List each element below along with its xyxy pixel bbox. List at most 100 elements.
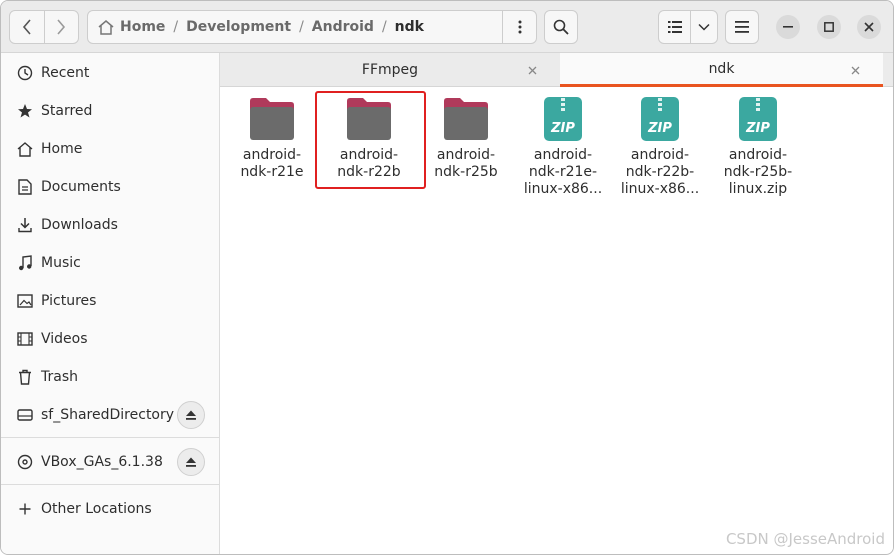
file-name: android-ndk-r25b-linux.zip [723, 147, 793, 197]
zip-archive-icon: ZIP [537, 93, 589, 145]
watermark-text: CSDN @JesseAndroid [725, 530, 885, 548]
file-item-folder[interactable]: android-ndk-r25b [418, 93, 514, 181]
sidebar-item-home[interactable]: Home [1, 130, 219, 168]
trash-icon [15, 369, 35, 385]
hamburger-menu-icon [735, 21, 749, 33]
chevron-right-icon [57, 19, 66, 35]
sidebar-item-label: Starred [41, 103, 93, 119]
disc-icon [15, 454, 35, 470]
zip-archive-icon: ZIP [732, 93, 784, 145]
sidebar-item-label: Other Locations [41, 501, 152, 517]
sidebar-item-pictures[interactable]: Pictures [1, 282, 219, 320]
back-button[interactable] [10, 11, 44, 43]
sidebar-item-music[interactable]: Music [1, 244, 219, 282]
view-dropdown-button[interactable] [691, 11, 717, 43]
sidebar-item-label: Documents [41, 179, 121, 195]
breadcrumb-label: Android [311, 19, 374, 35]
sidebar-item-starred[interactable]: Starred [1, 92, 219, 130]
breadcrumb-label: Development [186, 19, 292, 35]
sidebar: Recent Starred Home Documents Downloads … [1, 53, 220, 554]
list-view-icon [667, 21, 682, 33]
search-button[interactable] [544, 10, 578, 44]
sidebar-item-label: Trash [41, 369, 78, 385]
view-options-group [658, 10, 718, 44]
drive-icon [15, 408, 35, 422]
eject-button[interactable] [177, 448, 205, 476]
file-item-zip[interactable]: ZIP android-ndk-r25b-linux.zip [710, 93, 806, 198]
sidebar-item-videos[interactable]: Videos [1, 320, 219, 358]
sidebar-item-documents[interactable]: Documents [1, 168, 219, 206]
breadcrumb-home[interactable]: Home [88, 11, 171, 43]
maximize-button[interactable] [817, 15, 841, 39]
file-item-folder[interactable]: android-ndk-r21e [224, 93, 320, 181]
sidebar-item-downloads[interactable]: Downloads [1, 206, 219, 244]
document-icon [15, 179, 35, 195]
path-bar: Home / Development / Android / ndk [87, 10, 537, 44]
breadcrumb-label: Home [120, 19, 166, 35]
sidebar-separator [1, 437, 219, 438]
tab-close-button[interactable] [524, 62, 540, 78]
main-menu-button[interactable] [725, 10, 759, 44]
search-icon [553, 19, 569, 35]
breadcrumb-development[interactable]: Development [180, 11, 297, 43]
chevron-down-icon [698, 23, 710, 31]
path-menu-button[interactable] [502, 11, 536, 43]
sidebar-item-label: Downloads [41, 217, 118, 233]
eject-icon [186, 410, 196, 420]
tab-close-button[interactable] [847, 62, 863, 78]
home-icon [98, 19, 114, 35]
close-button[interactable] [857, 15, 881, 39]
close-icon [864, 22, 874, 32]
eject-icon [186, 457, 196, 467]
home-icon [15, 141, 35, 157]
sidebar-item-recent[interactable]: Recent [1, 54, 219, 92]
file-name: android-ndk-r21e-linux-x86... [523, 147, 603, 197]
minimize-button[interactable] [776, 15, 800, 39]
picture-icon [15, 294, 35, 308]
file-item-folder[interactable]: android-ndk-r22b [321, 93, 417, 181]
clock-icon [15, 65, 35, 81]
sidebar-item-label: Videos [41, 331, 88, 347]
plus-icon [15, 503, 35, 515]
folder-icon [343, 93, 395, 145]
svg-text:ZIP: ZIP [647, 121, 672, 136]
sidebar-item-label: Music [41, 255, 81, 271]
maximize-icon [824, 22, 834, 32]
sidebar-item-trash[interactable]: Trash [1, 358, 219, 396]
list-view-button[interactable] [659, 11, 691, 43]
file-name: android-ndk-r22b-linux-x86... [620, 147, 700, 197]
sidebar-item-vbox-gas[interactable]: VBox_GAs_6.1.38 [1, 443, 219, 481]
breadcrumb-ndk[interactable]: ndk [389, 11, 430, 43]
sidebar-item-other-locations[interactable]: Other Locations [1, 490, 219, 528]
file-grid: android-ndk-r21e android-ndk-r22b androi… [220, 87, 893, 554]
header-bar: Home / Development / Android / ndk [1, 1, 893, 53]
sidebar-separator [1, 484, 219, 485]
navigation-buttons [9, 10, 79, 44]
breadcrumb-label: ndk [394, 19, 424, 35]
tab-ndk[interactable]: ndk [560, 53, 883, 87]
svg-text:ZIP: ZIP [745, 121, 770, 136]
music-icon [15, 255, 35, 271]
close-icon [528, 66, 536, 74]
breadcrumb-separator: / [299, 19, 304, 35]
file-item-zip[interactable]: ZIP android-ndk-r22b-linux-x86... [612, 93, 708, 198]
sidebar-item-shared-directory[interactable]: sf_SharedDirectory [1, 396, 219, 434]
video-icon [15, 332, 35, 346]
sidebar-item-label: VBox_GAs_6.1.38 [41, 454, 163, 470]
sidebar-item-label: Recent [41, 65, 90, 81]
zip-archive-icon: ZIP [634, 93, 686, 145]
file-item-zip[interactable]: ZIP android-ndk-r21e-linux-x86... [515, 93, 611, 198]
download-icon [15, 217, 35, 233]
file-name: android-ndk-r21e [240, 147, 304, 180]
tab-label: FFmpeg [361, 62, 419, 78]
sidebar-item-label: sf_SharedDirectory [41, 407, 175, 423]
breadcrumb-separator: / [381, 19, 387, 35]
file-name: android-ndk-r22b [337, 147, 401, 180]
forward-button[interactable] [43, 11, 79, 43]
tab-ffmpeg[interactable]: FFmpeg [220, 53, 560, 87]
breadcrumb-android[interactable]: Android [306, 11, 380, 43]
eject-button[interactable] [177, 401, 205, 429]
minimize-icon [783, 26, 793, 28]
file-manager-window: Home / Development / Android / ndk Recen… [0, 0, 894, 555]
folder-icon [246, 93, 298, 145]
